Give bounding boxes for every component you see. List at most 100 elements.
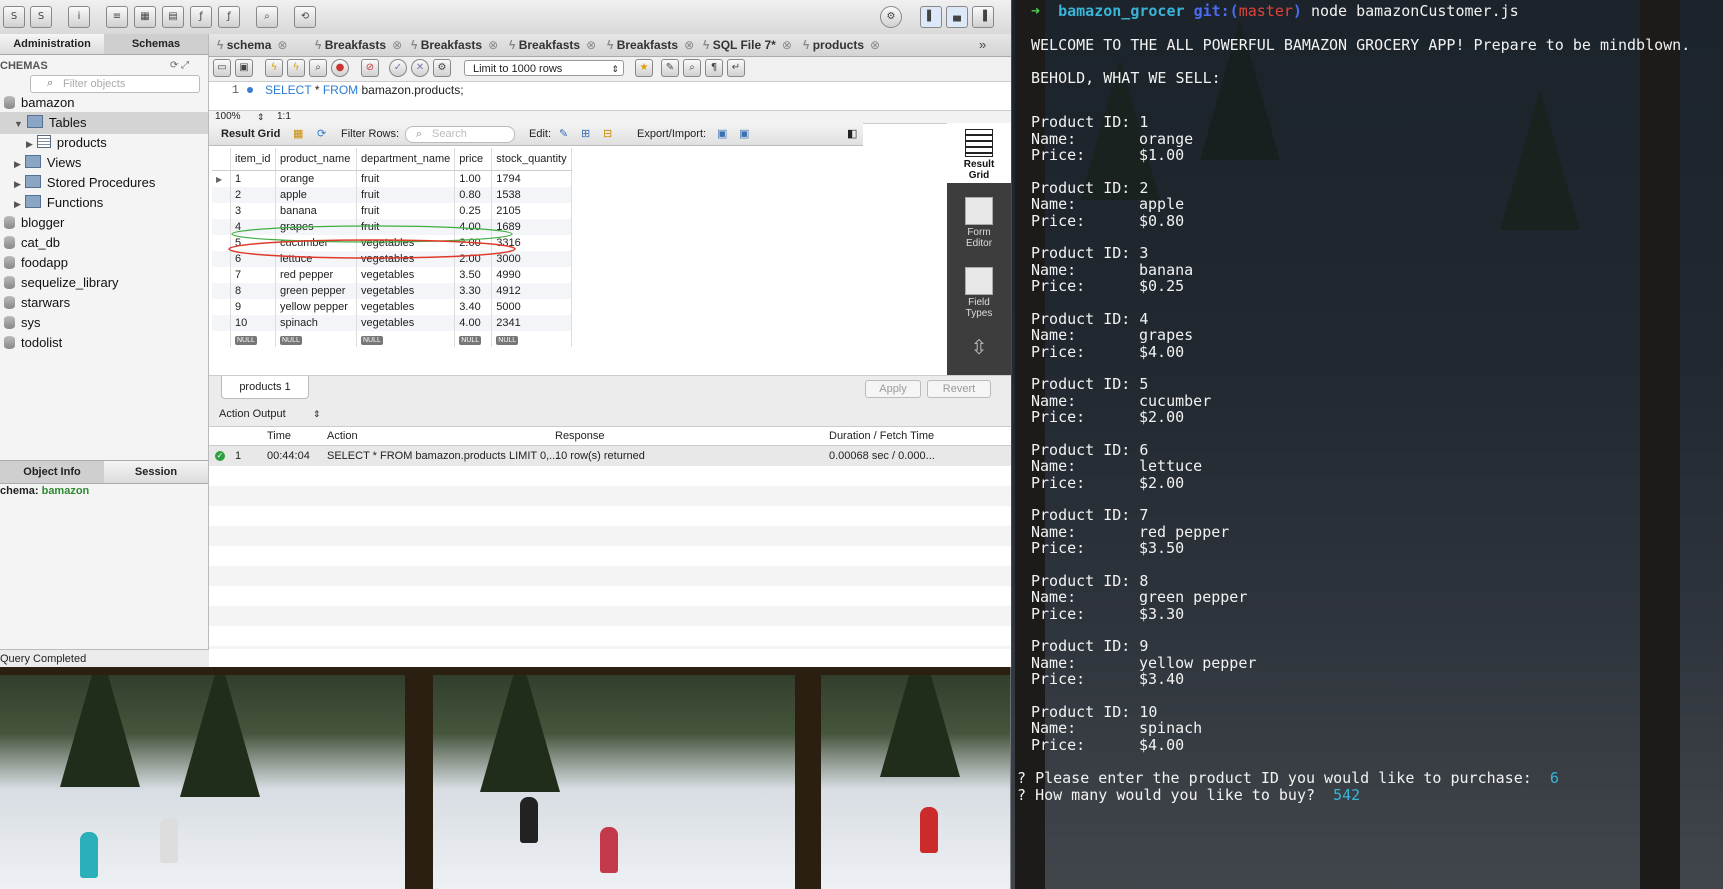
col-action[interactable]: Action [327,427,358,445]
tree-item-db[interactable]: cat_db [0,232,208,254]
create-schema-icon[interactable]: ≡ [106,6,128,28]
field-types-button[interactable]: Field Types [947,261,1011,319]
create-procedure-icon[interactable]: ƒ [190,6,212,28]
tree-item-label: sys [21,315,41,330]
skier [160,817,178,863]
schema-info: chema: bamazon [0,485,89,497]
answer-1: 6 [1549,769,1559,787]
product-price-value: $0.80 [1139,212,1185,230]
form-editor-label: Form Editor [965,227,993,249]
window-frame-beam [0,667,1010,675]
question-1-text: Please enter the product ID you would li… [1035,769,1532,787]
database-icon [4,316,15,329]
disclosure-triangle-icon[interactable]: ▶ [26,139,33,149]
tab-object-info[interactable]: Object Info [0,461,104,483]
question-2: ? How many would you like to buy? 542 [1017,786,1360,804]
product-id-label: Product ID: [1031,506,1131,524]
product-name-label: Name: [1031,195,1077,213]
form-editor-button[interactable]: Form Editor [947,191,1011,249]
tree-item-db[interactable]: blogger [0,212,208,234]
create-view-icon[interactable]: ▤ [162,6,184,28]
main-toolbar: S S i ≡ ▦ ▤ ƒ ƒ ⌕ ⟲ ⚙ ▌ ▄ ▐ [0,0,1011,35]
git-branch: master [1238,2,1293,20]
info-tab-bar: Object Info Session [0,460,208,484]
tab-administration[interactable]: Administration [0,34,104,55]
chevron-updown-icon[interactable]: ⇳ [947,335,1011,360]
product-name-label: Name: [1031,588,1077,606]
prompt-arrow-icon: ➜ [1031,2,1041,20]
tree-item-db[interactable]: todolist [0,332,208,354]
tree-item-db[interactable]: sequelize_library [0,272,208,294]
toggle-secondary-sidebar-icon[interactable]: ▐ [972,6,994,28]
tree-item-db[interactable]: sys [0,312,208,334]
question-2-text: How many would you like to buy? [1035,786,1316,804]
tree-item-folder[interactable]: ▶ Views [0,152,208,174]
tree-item-db[interactable]: starwars [0,292,208,314]
table-icon [36,135,51,148]
output-row[interactable]: ✓ 1 00:44:04 SELECT * FROM bamazon.produ… [209,446,1011,466]
revert-button[interactable]: Revert [927,380,991,398]
disclosure-triangle-icon[interactable]: ▶ [14,179,21,189]
tree-item-label: sequelize_library [21,275,119,290]
red-circle-annotation [228,239,516,259]
create-table-icon[interactable]: ▦ [134,6,156,28]
preferences-gear-icon[interactable]: ⚙ [880,6,902,28]
terminal-window[interactable]: ➜ bamazon_grocer git:(master) node bamaz… [1011,0,1723,889]
search-table-data-icon[interactable]: ⌕ [256,6,278,28]
refresh-schemas-icon[interactable]: ⟳ ⤢ [170,60,189,71]
product-id-line: Product ID: 9 [1031,637,1148,655]
inspector-icon[interactable]: i [68,6,90,28]
tab-session[interactable]: Session [104,461,208,483]
success-check-icon: ✓ [215,451,225,461]
tree-item-label: blogger [21,215,65,230]
create-function-icon[interactable]: ƒ [218,6,240,28]
tree-silhouette [180,657,260,797]
col-duration[interactable]: Duration / Fetch Time [829,427,934,445]
disclosure-triangle-icon[interactable]: ▼ [14,119,23,129]
skier [920,807,938,853]
tree-item-db[interactable]: bamazon [0,92,208,114]
product-price-label: Price: [1031,736,1086,754]
form-editor-icon [965,197,993,225]
chevron-updown-icon[interactable]: ⇕ [313,402,321,426]
result-grid-view-button[interactable]: Result Grid [947,123,1011,183]
skier [520,797,538,843]
new-sql-tab-icon[interactable]: S [3,6,25,28]
reconnect-icon[interactable]: ⟲ [294,6,316,28]
result-grid-button-label: Result Grid [963,159,995,181]
question-mark: ? [1017,769,1027,787]
product-price-line: Price: $0.25 [1031,277,1184,295]
database-icon [4,236,15,249]
question-mark: ? [1017,786,1027,804]
disclosure-triangle-icon[interactable]: ▶ [14,159,21,169]
col-response[interactable]: Response [555,427,605,445]
open-sql-script-icon[interactable]: S [30,6,52,28]
product-name-value: apple [1139,195,1185,213]
tree-item-table[interactable]: ▶ products [0,132,208,154]
tree-item-folder[interactable]: ▼ Tables [0,112,208,134]
tree-item-folder[interactable]: ▶ Stored Procedures [0,172,208,194]
toggle-sidebar-icon[interactable]: ▌ [920,6,942,28]
tree-item-db[interactable]: foodapp [0,252,208,274]
filter-objects-input[interactable]: ⌕ Filter objects [30,75,200,93]
product-id-line: Product ID: 5 [1031,375,1148,393]
product-id-line: Product ID: 7 [1031,506,1148,524]
product-price-label: Price: [1031,408,1086,426]
product-price-label: Price: [1031,670,1086,688]
product-name-line: Name: lettuce [1031,457,1202,475]
action-output-select[interactable]: Action Output [219,402,286,426]
product-price-value: $2.00 [1139,474,1185,492]
product-price-line: Price: $3.30 [1031,605,1184,623]
toggle-output-icon[interactable]: ▄ [946,6,968,28]
product-id-label: Product ID: [1031,375,1131,393]
output-num: 1 [235,450,242,462]
tab-products-1[interactable]: products 1 [221,376,309,399]
product-id-label: Product ID: [1031,637,1131,655]
col-time[interactable]: Time [267,427,291,445]
tree-item-folder[interactable]: ▶ Functions [0,192,208,214]
tab-schemas[interactable]: Schemas [104,34,208,55]
disclosure-triangle-icon[interactable]: ▶ [14,199,21,209]
prompt-line: ➜ bamazon_grocer git:(master) node bamaz… [1031,2,1519,20]
apply-button[interactable]: Apply [865,380,921,398]
database-icon [4,276,15,289]
